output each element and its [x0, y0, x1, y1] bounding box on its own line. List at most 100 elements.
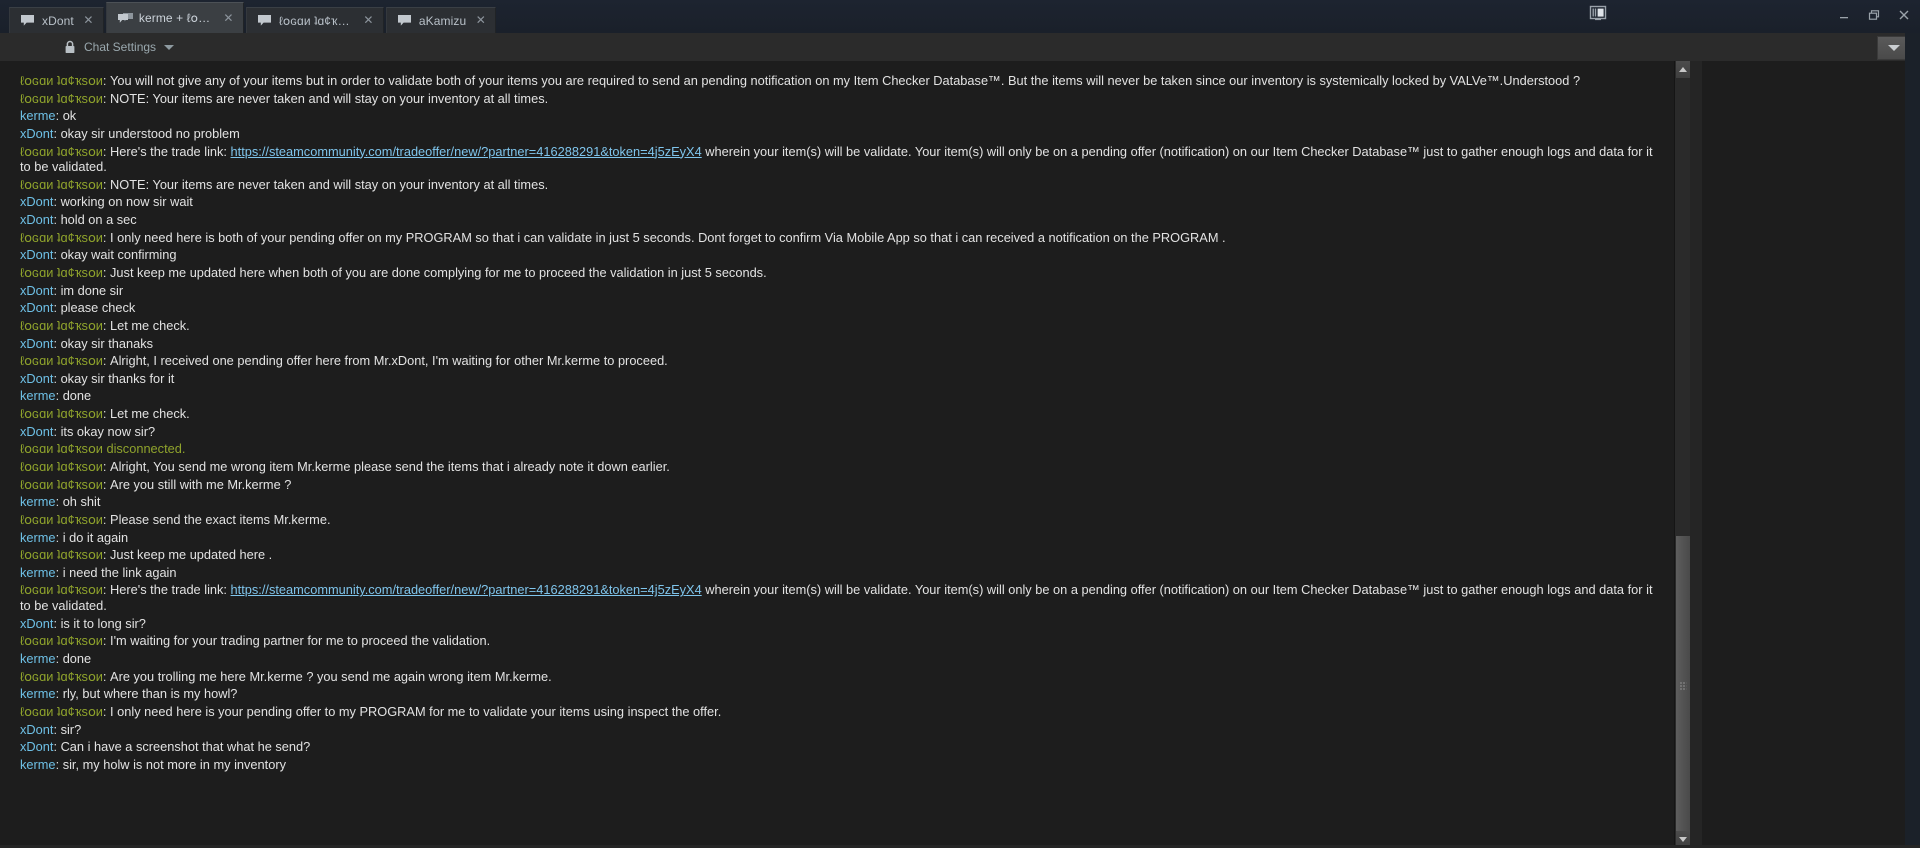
- tab-1[interactable]: kerme + ℓօɢɑи ?... ✕: [105, 2, 244, 33]
- chat-message-area[interactable]: ℓօɢɑи ʇɑ¢ҡsօи: You will not give any of …: [0, 61, 1690, 848]
- message-author[interactable]: ℓօɢɑи ʇɑ¢ҡsօи: [20, 318, 103, 333]
- chat-message: ℓօɢɑи ʇɑ¢ҡsօи: NOTE: Your items are neve…: [0, 177, 1674, 193]
- message-separator: :: [102, 703, 111, 719]
- message-author[interactable]: ℓօɢɑи ʇɑ¢ҡsօи: [20, 633, 103, 648]
- scroll-up-button[interactable]: [1676, 61, 1690, 78]
- minimize-button[interactable]: [1836, 7, 1852, 23]
- message-text: okay sir thanks for it: [60, 370, 175, 386]
- chat-window: xDont✕kerme + ℓօɢɑи ?...✕ℓօɢɑи ʇɑ¢ҡsօи✕a…: [0, 0, 1920, 848]
- message-author[interactable]: ℓօɢɑи ʇɑ¢ҡsօи: [20, 144, 103, 159]
- message-text: Let me check.: [110, 317, 190, 333]
- chat-message: ℓօɢɑи ʇɑ¢ҡsօи disconnected.: [0, 441, 1674, 457]
- chevron-down-icon: [1887, 45, 1900, 51]
- message-text: okay sir understood no problem: [60, 125, 240, 141]
- message-author[interactable]: ℓօɢɑи ʇɑ¢ҡsօи: [20, 406, 103, 421]
- message-author[interactable]: ℓօɢɑи ʇɑ¢ҡsօи: [20, 177, 103, 192]
- message-author[interactable]: ℓօɢɑи ʇɑ¢ҡsօи: [20, 265, 103, 280]
- message-text: is it to long sir?: [60, 615, 146, 631]
- message-author[interactable]: kerme: [20, 565, 56, 580]
- message-separator: :: [55, 108, 63, 124]
- message-text: please check: [60, 300, 136, 316]
- trade-offer-link[interactable]: https://steamcommunity.com/tradeoffer/ne…: [231, 144, 702, 159]
- message-separator: :: [53, 194, 61, 210]
- message-author[interactable]: ℓօɢɑи ʇɑ¢ҡsօи: [20, 547, 103, 562]
- message-text: I'm waiting for your trading partner for…: [110, 633, 491, 649]
- message-text: hold on a sec: [60, 212, 137, 228]
- message-separator: :: [102, 353, 111, 369]
- message-author[interactable]: ℓօɢɑи ʇɑ¢ҡsօи: [20, 669, 103, 684]
- message-author[interactable]: xDont: [20, 300, 53, 315]
- message-author[interactable]: xDont: [20, 212, 53, 227]
- message-separator: :: [102, 459, 111, 474]
- close-button[interactable]: [1896, 7, 1912, 23]
- chat-log: ℓօɢɑи ʇɑ¢ҡsօи: You will not give any of …: [0, 61, 1674, 772]
- tab-2[interactable]: ℓօɢɑи ʇɑ¢ҡsօи ✕: [245, 7, 384, 33]
- scrollbar-thumb[interactable]: [1676, 536, 1690, 836]
- message-separator: :: [55, 494, 63, 510]
- message-author[interactable]: kerme: [20, 686, 56, 701]
- restore-button[interactable]: [1866, 7, 1882, 23]
- message-author[interactable]: ℓօɢɑи ʇɑ¢ҡsօи: [20, 582, 103, 597]
- chat-message: xDont: okay sir understood no problem: [0, 126, 1674, 142]
- chat-message: kerme: oh shit: [0, 494, 1674, 510]
- chat-message: xDont: Can i have a screenshot that what…: [0, 739, 1674, 755]
- message-author[interactable]: ℓօɢɑи ʇɑ¢ҡsօи: [20, 459, 103, 474]
- message-separator: :: [53, 423, 61, 439]
- message-author[interactable]: xDont: [20, 283, 53, 298]
- message-author[interactable]: kerme: [20, 108, 56, 123]
- tab-close-icon[interactable]: ✕: [222, 11, 235, 25]
- message-author[interactable]: xDont: [20, 424, 53, 439]
- chat-message: ℓօɢɑи ʇɑ¢ҡsօи: You will not give any of …: [0, 73, 1674, 89]
- message-separator: :: [102, 229, 111, 245]
- chat-message: kerme: i need the link again: [0, 565, 1674, 581]
- tab-0[interactable]: xDont ✕: [9, 7, 104, 33]
- message-author[interactable]: ℓօɢɑи ʇɑ¢ҡsօи: [20, 477, 103, 492]
- message-author[interactable]: ℓօɢɑи ʇɑ¢ҡsօи: [20, 230, 103, 245]
- message-text: ok: [62, 108, 77, 124]
- chat-message: xDont: okay sir thanks for it: [0, 371, 1674, 387]
- message-author[interactable]: kerme: [20, 388, 56, 403]
- message-text: Are you trolling me here Mr.kerme ? you …: [110, 668, 552, 684]
- trade-offer-link[interactable]: https://steamcommunity.com/tradeoffer/ne…: [231, 582, 702, 597]
- message-author[interactable]: ℓօɢɑи ʇɑ¢ҡsօи: [20, 704, 103, 719]
- message-author[interactable]: xDont: [20, 194, 53, 209]
- message-author[interactable]: kerme: [20, 494, 56, 509]
- message-author[interactable]: xDont: [20, 722, 53, 737]
- message-author[interactable]: xDont: [20, 739, 53, 754]
- tab-close-icon[interactable]: ✕: [474, 14, 487, 27]
- message-author[interactable]: kerme: [20, 530, 56, 545]
- chat-message: xDont: okay wait confirming: [0, 247, 1674, 263]
- chat-scrollbar[interactable]: [1674, 61, 1690, 848]
- message-author[interactable]: xDont: [20, 616, 53, 631]
- message-separator: :: [102, 264, 111, 280]
- message-separator: :: [102, 176, 111, 192]
- message-author[interactable]: ℓօɢɑи ʇɑ¢ҡsօи: [20, 353, 103, 368]
- tab-3[interactable]: aKamizu ✕: [385, 7, 497, 33]
- chat-message: kerme: sir, my holw is not more in my in…: [0, 757, 1674, 773]
- chat-message: ℓօɢɑи ʇɑ¢ҡsօи: Are you still with me Mr.…: [0, 477, 1674, 493]
- message-text: I only need here is both of your pending…: [110, 229, 1226, 245]
- message-author[interactable]: ℓօɢɑи ʇɑ¢ҡsօи: [20, 512, 103, 527]
- chat-message: xDont: im done sir: [0, 283, 1674, 299]
- message-author[interactable]: xDont: [20, 126, 53, 141]
- tab-close-icon[interactable]: ✕: [82, 14, 95, 27]
- message-author[interactable]: xDont: [20, 336, 53, 351]
- message-author[interactable]: kerme: [20, 757, 56, 772]
- split-view-icon[interactable]: [1588, 4, 1608, 22]
- message-text: Just keep me updated here when both of y…: [110, 264, 767, 280]
- chat-message: ℓօɢɑи ʇɑ¢ҡsօи: Here's the trade link: ht…: [0, 144, 1674, 175]
- message-author[interactable]: kerme: [20, 651, 56, 666]
- message-text: You will not give any of your items but …: [110, 73, 1581, 88]
- message-author[interactable]: xDont: [20, 247, 53, 262]
- chat-settings-button[interactable]: Chat Settings: [58, 36, 180, 58]
- chat-bubble-icon: [21, 15, 34, 26]
- message-author[interactable]: ℓօɢɑи ʇɑ¢ҡsօи: [20, 91, 103, 106]
- chat-message: ℓօɢɑи ʇɑ¢ҡsօи: Are you trolling me here …: [0, 669, 1674, 685]
- message-author[interactable]: xDont: [20, 371, 53, 386]
- chat-message: ℓօɢɑи ʇɑ¢ҡsօи: Let me check.: [0, 318, 1674, 334]
- chat-bubble-icon: [257, 15, 271, 26]
- tab-close-icon[interactable]: ✕: [362, 14, 375, 27]
- message-text: Alright, I received one pending offer he…: [110, 353, 668, 369]
- message-text: done: [62, 650, 92, 666]
- message-author[interactable]: ℓօɢɑи ʇɑ¢ҡsօи: [20, 73, 103, 88]
